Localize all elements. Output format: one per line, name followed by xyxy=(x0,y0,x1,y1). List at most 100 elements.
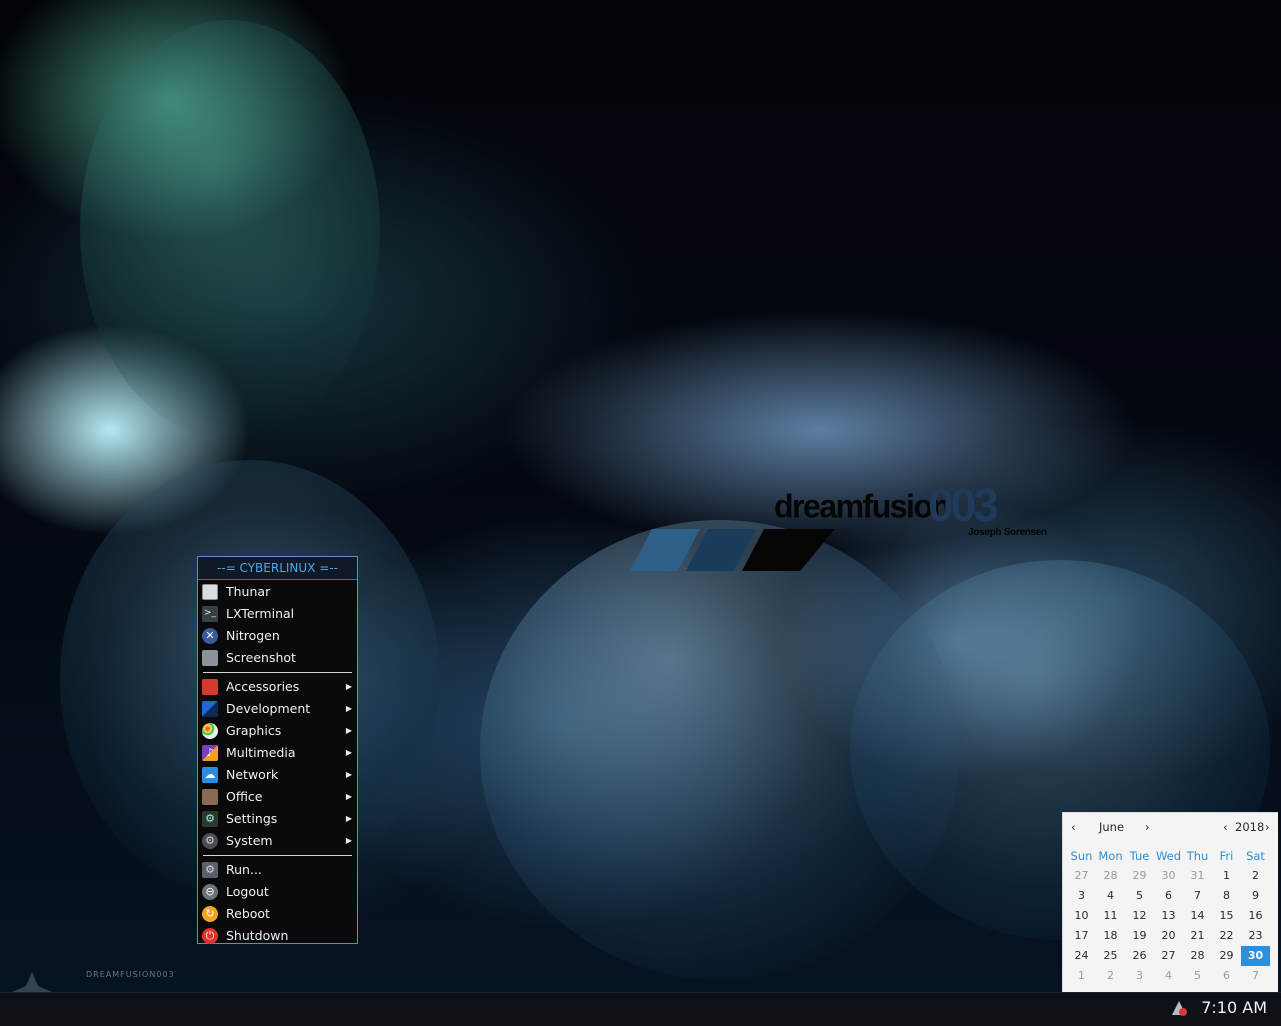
calendar-day[interactable]: 30 xyxy=(1154,866,1183,886)
menu-item-label: Reboot xyxy=(226,906,270,921)
calendar-weekday: Sat xyxy=(1246,849,1265,863)
menu-item-label: Settings xyxy=(226,811,278,826)
menu-item-label: LXTerminal xyxy=(226,606,295,621)
calendar-week-row: 1234567 xyxy=(1067,966,1275,986)
calendar-day[interactable]: 20 xyxy=(1154,926,1183,946)
calendar-day[interactable]: 3 xyxy=(1067,886,1096,906)
submenu-arrow-icon: ▶ xyxy=(345,770,352,779)
calendar-day[interactable]: 27 xyxy=(1067,866,1096,886)
prev-year-button[interactable]: ‹ xyxy=(1223,820,1228,834)
briefcase-icon xyxy=(202,789,218,805)
calendar-day[interactable]: 9 xyxy=(1241,886,1270,906)
calendar-day[interactable]: 31 xyxy=(1183,866,1212,886)
calendar-day[interactable]: 13 xyxy=(1154,906,1183,926)
calendar-day[interactable]: 28 xyxy=(1096,866,1125,886)
calendar-day[interactable]: 7 xyxy=(1241,966,1270,986)
next-month-button[interactable]: › xyxy=(1145,820,1150,834)
menu-item-label: Accessories xyxy=(226,679,300,694)
menu-item-office[interactable]: Office ▶ xyxy=(198,786,357,808)
menu-item-network[interactable]: ☁ Network ▶ xyxy=(198,764,357,786)
menu-item-label: Logout xyxy=(226,884,269,899)
menu-item-nitrogen[interactable]: ✕ Nitrogen xyxy=(198,625,357,647)
menu-item-label: System xyxy=(226,833,273,848)
menu-item-development[interactable]: Development ▶ xyxy=(198,698,357,720)
next-year-button[interactable]: › xyxy=(1265,820,1270,834)
calendar-day[interactable]: 29 xyxy=(1125,866,1154,886)
calendar-day[interactable]: 10 xyxy=(1067,906,1096,926)
calendar-day[interactable]: 7 xyxy=(1183,886,1212,906)
menu-title: --= CYBERLINUX =-- xyxy=(198,557,357,580)
calendar-day[interactable]: 5 xyxy=(1125,886,1154,906)
calendar-day[interactable]: 24 xyxy=(1067,946,1096,966)
gear-icon: ⚙ xyxy=(202,833,218,849)
calendar-day[interactable]: 21 xyxy=(1183,926,1212,946)
calendar-day[interactable]: 3 xyxy=(1125,966,1154,986)
folder-icon xyxy=(202,584,218,600)
calendar-day[interactable]: 16 xyxy=(1241,906,1270,926)
calendar-day[interactable]: 27 xyxy=(1154,946,1183,966)
calendar-day[interactable]: 26 xyxy=(1125,946,1154,966)
calendar-month: June xyxy=(1099,820,1125,834)
calendar-day[interactable]: 28 xyxy=(1183,946,1212,966)
submenu-arrow-icon: ▶ xyxy=(345,704,352,713)
development-icon xyxy=(202,701,218,717)
menu-item-multimedia[interactable]: ♪ Multimedia ▶ xyxy=(198,742,357,764)
calendar-day[interactable]: 2 xyxy=(1241,866,1270,886)
cloud-icon: ☁ xyxy=(202,767,218,783)
calendar-day[interactable]: 25 xyxy=(1096,946,1125,966)
menu-item-label: Network xyxy=(226,767,279,782)
calendar-day[interactable]: 12 xyxy=(1125,906,1154,926)
network-tray-icon[interactable] xyxy=(1168,997,1190,1019)
submenu-arrow-icon: ▶ xyxy=(345,748,352,757)
calendar-week-row: 27 28 29 30 31 1 2 xyxy=(1067,866,1275,886)
calendar-day[interactable]: 17 xyxy=(1067,926,1096,946)
calendar-day[interactable]: 4 xyxy=(1154,966,1183,986)
calendar-day[interactable]: 2 xyxy=(1096,966,1125,986)
calendar-day-selected[interactable]: 30 xyxy=(1241,946,1270,966)
calendar-week-row: 3456789 xyxy=(1067,886,1275,906)
calendar-day[interactable]: 11 xyxy=(1096,906,1125,926)
calendar-header: ‹ June › ‹ 2018 › xyxy=(1063,813,1278,841)
menu-item-screenshot[interactable]: Screenshot xyxy=(198,647,357,669)
menu-item-accessories[interactable]: Accessories ▶ xyxy=(198,676,357,698)
calendar-day[interactable]: 14 xyxy=(1183,906,1212,926)
calendar-year: 2018 xyxy=(1235,820,1265,834)
menu-item-label: Screenshot xyxy=(226,650,296,665)
calendar-day[interactable]: 8 xyxy=(1212,886,1241,906)
calendar-day[interactable]: 1 xyxy=(1067,966,1096,986)
menu-item-run[interactable]: ⚙ Run... xyxy=(198,859,357,881)
menu-item-shutdown[interactable]: ⏻ Shutdown xyxy=(198,925,357,947)
settings-icon: ⚙ xyxy=(202,811,218,827)
menu-item-label: Thunar xyxy=(226,584,271,599)
calendar-day[interactable]: 22 xyxy=(1212,926,1241,946)
calendar-day[interactable]: 29 xyxy=(1212,946,1241,966)
calendar-day[interactable]: 5 xyxy=(1183,966,1212,986)
menu-item-label: Graphics xyxy=(226,723,282,738)
calendar-day[interactable]: 1 xyxy=(1212,866,1241,886)
calendar-weekday: Tue xyxy=(1129,849,1150,863)
menu-item-lxterminal[interactable]: >_ LXTerminal xyxy=(198,603,357,625)
calendar-day[interactable]: 18 xyxy=(1096,926,1125,946)
menu-item-thunar[interactable]: Thunar xyxy=(198,581,357,603)
menu-item-reboot[interactable]: ↻ Reboot xyxy=(198,903,357,925)
menu-item-label: Development xyxy=(226,701,311,716)
power-icon: ⏻ xyxy=(202,928,218,944)
calendar-day[interactable]: 6 xyxy=(1212,966,1241,986)
submenu-arrow-icon: ▶ xyxy=(345,814,352,823)
panel-clock[interactable]: 7:10 AM xyxy=(1201,998,1267,1017)
menu-item-logout[interactable]: ⊖ Logout xyxy=(198,881,357,903)
menu-item-graphics[interactable]: Graphics ▶ xyxy=(198,720,357,742)
prev-month-button[interactable]: ‹ xyxy=(1071,820,1076,834)
menu-separator xyxy=(203,855,352,856)
calendar-day[interactable]: 4 xyxy=(1096,886,1125,906)
run-icon: ⚙ xyxy=(202,862,218,878)
calendar-day[interactable]: 6 xyxy=(1154,886,1183,906)
calendar-day[interactable]: 23 xyxy=(1241,926,1270,946)
calendar-week-row: 10 11 12 13 14 15 16 xyxy=(1067,906,1275,926)
menu-item-system[interactable]: ⚙ System ▶ xyxy=(198,830,357,852)
calendar-day[interactable]: 15 xyxy=(1212,906,1241,926)
calendar-day[interactable]: 19 xyxy=(1125,926,1154,946)
terminal-icon: >_ xyxy=(202,606,218,622)
calendar-weekday-row: Sun Mon Tue Wed Thu Fri Sat xyxy=(1067,846,1275,866)
menu-item-settings[interactable]: ⚙ Settings ▶ xyxy=(198,808,357,830)
